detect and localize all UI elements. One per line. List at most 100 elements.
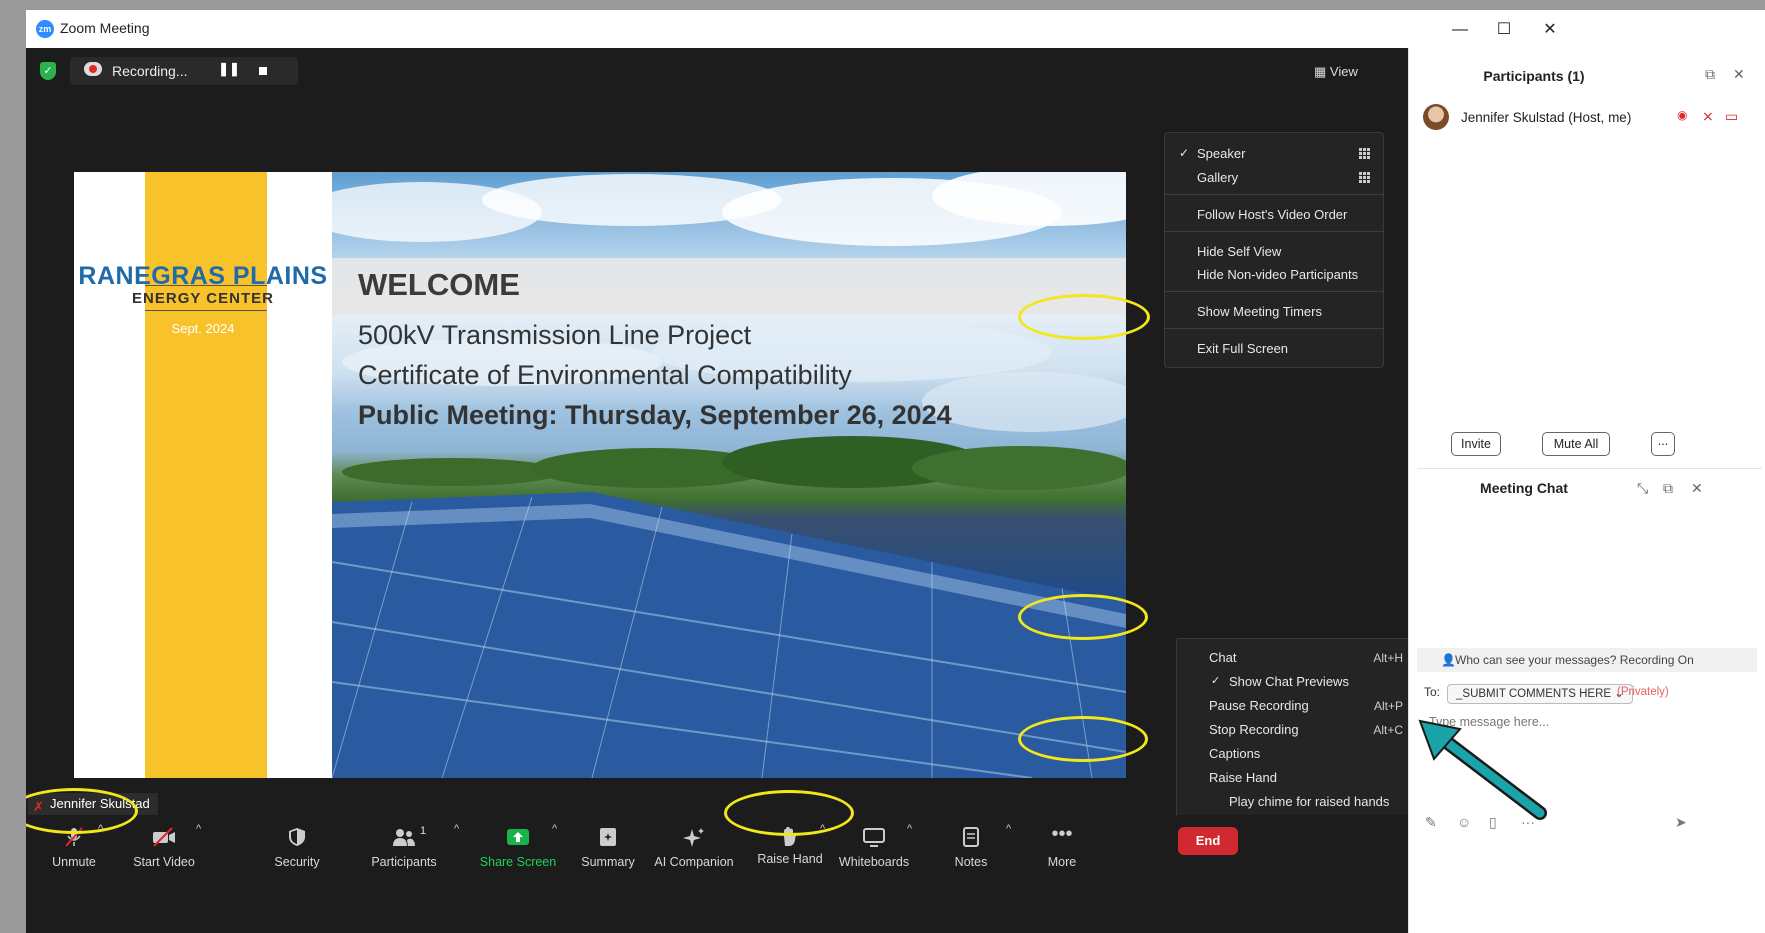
whiteboard-caret-icon[interactable]: ^ [907,823,912,835]
zoom-app-icon: zm [36,20,54,38]
ai-companion-button[interactable]: AI Companion [646,821,742,877]
share-screen-icon [507,829,529,845]
more-dots-icon: ••• [1051,823,1073,845]
participants-more-button[interactable]: ... [1651,432,1675,456]
slide-certificate-title: Certificate of Environmental Compatibili… [358,360,852,390]
close-chat-icon[interactable]: ✕ [1691,480,1703,497]
security-label: Security [274,855,320,869]
brand-name: RANEGRAS PLAINS [78,262,328,290]
view-menu-exit-full-screen[interactable]: Exit Full Screen [1197,341,1288,356]
zoom-window: zm Zoom Meeting — ☐ ✕ ✓ Recording... ❚❚ … [26,10,1765,933]
notes-caret-icon[interactable]: ^ [1006,823,1011,835]
notes-label: Notes [954,855,988,869]
slide-project-title: 500kV Transmission Line Project [358,320,752,350]
to-label: To: [1424,685,1441,699]
view-menu-show-timers[interactable]: Show Meeting Timers [1197,304,1322,319]
collapse-icon[interactable]: ⤡ [1637,480,1648,497]
cloud-recording-icon [84,62,102,76]
view-menu-follow-host[interactable]: Follow Host's Video Order [1197,207,1347,222]
title-bar: zm Zoom Meeting — ☐ ✕ [26,10,1765,48]
menu-divider [1165,328,1383,329]
who-can-see-text: Who can see your messages? Recording On [1455,653,1694,667]
pop-out-icon[interactable]: ⧉ [1705,66,1715,83]
menu-divider [1165,194,1383,195]
more-menu-stop-recording[interactable]: Stop Recording [1209,722,1299,737]
window-title: Zoom Meeting [60,20,150,36]
participants-label: Participants [371,855,437,869]
more-menu: Chat Alt+H ✓ Show Chat Previews Pause Re… [1176,638,1414,824]
pop-out-icon[interactable]: ⧉ [1663,480,1673,497]
meeting-toolbar: Unmute ^ Start Video ^ Security 1 Partic… [26,815,1408,933]
ai-companion-label: AI Companion [654,855,734,869]
minimize-button[interactable]: — [1438,16,1482,44]
notes-icon [963,827,979,847]
slide-welcome: WELCOME [358,267,520,302]
more-menu-show-chat-previews[interactable]: Show Chat Previews [1229,674,1349,689]
more-button[interactable]: ••• More [1014,821,1110,877]
participant-name: Jennifer Skulstad (Host, me) [1461,110,1632,125]
security-shield-icon [289,828,305,846]
view-menu-speaker[interactable]: Speaker [1197,146,1245,161]
summary-button[interactable]: Summary [560,821,656,877]
recording-indicator: Recording... ❚❚ [70,57,298,85]
send-icon[interactable]: ➤ [1675,814,1687,831]
video-options-caret-icon[interactable]: ^ [196,823,201,835]
summary-label: Summary [581,855,635,869]
gallery-icon [1359,172,1370,183]
more-label: More [1047,855,1077,869]
annotation-ring [724,790,854,836]
security-button[interactable]: Security [249,821,345,877]
check-icon: ✓ [1211,675,1221,687]
chat-visibility-notice[interactable]: 👤 Who can see your messages? Recording O… [1417,648,1757,672]
menu-divider [1165,291,1383,292]
ai-sparkle-icon [683,828,704,847]
user-icon: 👤 [1441,653,1456,667]
recording-label: Recording... [112,63,188,79]
participants-caret-icon[interactable]: ^ [454,823,459,835]
view-menu-hide-self[interactable]: Hide Self View [1197,244,1281,259]
view-menu-hide-nonvideo[interactable]: Hide Non-video Participants [1197,267,1358,282]
notes-button[interactable]: Notes [923,821,1019,877]
slide-meeting-date: Public Meeting: Thursday, September 26, … [358,400,952,430]
close-window-button[interactable]: ✕ [1528,16,1572,44]
view-menu: ✓ Speaker Gallery Follow Host's Video Or… [1164,132,1384,368]
meeting-area: ✓ Recording... ❚❚ ▦ View RANEGRAS PLAINS… [26,48,1414,933]
share-options-caret-icon[interactable]: ^ [552,823,557,835]
more-menu-pause-recording[interactable]: Pause Recording [1209,698,1309,713]
close-panel-icon[interactable]: ✕ [1733,66,1745,83]
end-meeting-button[interactable]: End [1178,827,1238,855]
video-off-icon[interactable]: ▭ [1725,108,1738,125]
menu-divider [1165,231,1383,232]
raise-hand-label: Raise Hand [757,852,823,866]
participants-button[interactable]: 1 Participants [356,821,452,877]
share-screen-label: Share Screen [479,855,557,869]
start-video-label: Start Video [133,855,195,869]
brand-divider [145,310,267,311]
invite-button[interactable]: Invite [1451,432,1501,456]
recipient-select[interactable]: _SUBMIT COMMENTS HERE ⌄ [1447,684,1633,704]
more-menu-raise-hand[interactable]: Raise Hand [1209,770,1277,785]
speaker-icon [1359,148,1370,159]
panel-divider [1417,468,1762,469]
maximize-button[interactable]: ☐ [1482,16,1526,44]
grid-icon: ▦ [1314,64,1327,79]
more-menu-captions[interactable]: Captions [1209,746,1260,761]
view-menu-gallery[interactable]: Gallery [1197,170,1238,185]
muted-mic-icon[interactable]: ⨯ [1702,108,1714,125]
participants-count: 1 [420,825,427,837]
recipient-value: _SUBMIT COMMENTS HERE [1456,688,1612,700]
stop-recording-icon[interactable] [252,61,274,81]
encryption-shield-icon[interactable]: ✓ [40,62,56,80]
more-menu-play-chime[interactable]: Play chime for raised hands [1229,794,1389,809]
whiteboard-icon [863,828,885,847]
annotation-ring [1018,294,1150,340]
participants-title: Participants (1) [1483,68,1585,84]
annotation-ring [1018,594,1148,640]
check-icon: ✓ [1179,146,1190,160]
more-menu-chat[interactable]: Chat [1209,650,1236,665]
pause-recording-icon[interactable]: ❚❚ [218,61,240,81]
view-button[interactable]: ▦ View [1314,64,1358,80]
whiteboards-label: Whiteboards [838,855,910,869]
video-off-icon [153,827,175,847]
mute-all-button[interactable]: Mute All [1542,432,1610,456]
